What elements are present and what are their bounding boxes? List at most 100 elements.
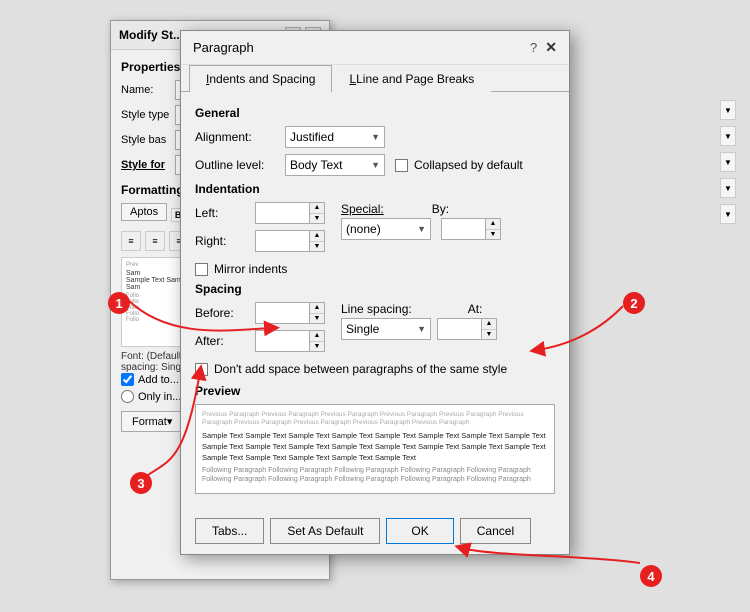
left-input[interactable]: 0 cm: [255, 202, 310, 224]
line-spacing-group: Line spacing: At: Single ▼ ▲ ▼: [341, 302, 497, 358]
only-in-radio[interactable]: [121, 390, 134, 403]
collapsed-label: Collapsed by default: [414, 158, 523, 172]
at-input[interactable]: [437, 318, 482, 340]
dont-add-label: Don't add space between paragraphs of th…: [214, 362, 507, 376]
preview-prev-para: Previous Paragraph Previous Paragraph Pr…: [202, 411, 548, 428]
dialog-titlebar: Paragraph ? ✕: [181, 31, 569, 65]
outline-level-value: Body Text: [290, 158, 342, 172]
dialog-title-controls: ? ✕: [530, 39, 557, 56]
special-by-group: Special: By: (none) ▼ ▲ ▼: [341, 202, 501, 258]
ok-button[interactable]: OK: [386, 518, 453, 544]
preview-sample: Sample Text Sample Text Sample Text Samp…: [202, 430, 548, 464]
set-default-button[interactable]: Set As Default: [270, 518, 380, 544]
mirror-indents-row: Mirror indents: [195, 262, 555, 276]
at-label-header: At:: [468, 302, 483, 316]
before-input[interactable]: 0 pt: [255, 302, 310, 324]
left-up-btn[interactable]: ▲: [310, 203, 324, 214]
collapsed-checkbox[interactable]: [395, 159, 408, 172]
alignment-select[interactable]: Justified ▼: [285, 126, 385, 148]
general-header: General: [195, 106, 555, 120]
special-row: Special: By:: [341, 202, 501, 216]
align-center-icon[interactable]: ≡: [145, 231, 165, 251]
outline-level-select[interactable]: Body Text ▼: [285, 154, 385, 176]
dropdown-4[interactable]: ▼: [720, 178, 736, 198]
dropdown-5[interactable]: ▼: [720, 204, 736, 224]
indent-left-right: Left: 0 cm ▲ ▼ Right: 0 cm ▲: [195, 202, 555, 258]
outline-level-row: Outline level: Body Text ▼ Collapsed by …: [195, 154, 555, 176]
tab-bar: Indents and Spacing LLine and Page Break…: [181, 65, 569, 92]
annotation-4: 4: [640, 565, 662, 587]
alignment-arrow: ▼: [371, 132, 380, 142]
by-label: By:: [432, 202, 449, 216]
dropdown-1[interactable]: ▼: [720, 100, 736, 120]
right-down-btn[interactable]: ▼: [310, 242, 324, 252]
indentation-header: Indentation: [195, 182, 555, 196]
tab-indents-spacing[interactable]: Indents and Spacing: [189, 65, 332, 92]
after-spinner-buttons: ▲ ▼: [310, 330, 325, 352]
mirror-label: Mirror indents: [214, 262, 287, 276]
close-button[interactable]: ✕: [545, 39, 557, 56]
font-format-btn[interactable]: Aptos: [121, 203, 167, 221]
format-btn-bottom[interactable]: Format▾: [121, 411, 183, 432]
tabs-button[interactable]: Tabs...: [195, 518, 264, 544]
before-up-btn[interactable]: ▲: [310, 303, 324, 314]
annotation-2: 2: [623, 292, 645, 314]
add-to-checkbox[interactable]: [121, 373, 134, 386]
at-spinner-buttons: ▲ ▼: [482, 318, 497, 340]
indent-right-row: Right: 0 cm ▲ ▼: [195, 230, 325, 252]
preview-box: Previous Paragraph Previous Paragraph Pr…: [195, 404, 555, 494]
alignment-label: Alignment:: [195, 130, 285, 144]
before-label: Before:: [195, 306, 255, 320]
right-spinner-buttons: ▲ ▼: [310, 230, 325, 252]
at-down-btn[interactable]: ▼: [482, 330, 496, 340]
dialog-footer: Tabs... Set As Default OK Cancel: [181, 512, 569, 554]
at-up-btn[interactable]: ▲: [482, 319, 496, 330]
before-row: Before: 0 pt ▲ ▼: [195, 302, 325, 324]
outline-level-arrow: ▼: [371, 160, 380, 170]
style-for-label: Style for: [121, 159, 175, 171]
indent-left-group: Left: 0 cm ▲ ▼ Right: 0 cm ▲: [195, 202, 325, 258]
left-down-btn[interactable]: ▼: [310, 214, 324, 224]
spacing-inputs: Before: 0 pt ▲ ▼ After: 12 pt ▲: [195, 302, 555, 358]
dont-add-row: Don't add space between paragraphs of th…: [195, 362, 555, 376]
special-select[interactable]: (none) ▼: [341, 218, 431, 240]
left-spinner-buttons: ▲ ▼: [310, 202, 325, 224]
cancel-button[interactable]: Cancel: [460, 518, 531, 544]
dont-add-checkbox[interactable]: [195, 363, 208, 376]
by-down-btn[interactable]: ▼: [486, 230, 500, 240]
paragraph-dialog: Paragraph ? ✕ Indents and Spacing LLine …: [180, 30, 570, 555]
left-label: Left:: [195, 206, 255, 220]
help-button[interactable]: ?: [530, 40, 537, 55]
after-up-btn[interactable]: ▲: [310, 331, 324, 342]
line-spacing-arrow: ▼: [417, 324, 426, 334]
style-based-label: Style bas: [121, 134, 175, 146]
line-spacing-value: Single: [346, 322, 379, 336]
dropdown-2[interactable]: ▼: [720, 126, 736, 146]
by-up-btn[interactable]: ▲: [486, 219, 500, 230]
alignment-row: Alignment: Justified ▼: [195, 126, 555, 148]
line-spacing-header-row: Line spacing: At:: [341, 302, 497, 316]
special-value: (none): [346, 222, 381, 236]
style-type-label: Style type: [121, 109, 175, 121]
after-input[interactable]: 12 pt: [255, 330, 310, 352]
annotation-3: 3: [130, 472, 152, 494]
tab-line-page-breaks[interactable]: LLine and Page Breaks: [332, 65, 491, 92]
only-in-label: Only in...: [138, 391, 181, 403]
right-label: Right:: [195, 234, 255, 248]
right-up-btn[interactable]: ▲: [310, 231, 324, 242]
dropdown-3[interactable]: ▼: [720, 152, 736, 172]
mirror-checkbox[interactable]: [195, 263, 208, 276]
line-spacing-inputs: Single ▼ ▲ ▼: [341, 318, 497, 340]
indent-left-row: Left: 0 cm ▲ ▼: [195, 202, 325, 224]
line-spacing-select[interactable]: Single ▼: [341, 318, 431, 340]
right-input[interactable]: 0 cm: [255, 230, 310, 252]
add-to-label: Add to...: [138, 374, 179, 386]
before-down-btn[interactable]: ▼: [310, 314, 324, 324]
preview-following: Following Paragraph Following Paragraph …: [202, 466, 548, 486]
align-left-icon[interactable]: ≡: [121, 231, 141, 251]
by-input[interactable]: [441, 218, 486, 240]
name-label: Name:: [121, 84, 175, 96]
by-spinner: ▲ ▼: [441, 218, 501, 240]
after-down-btn[interactable]: ▼: [310, 342, 324, 352]
left-spinner: 0 cm ▲ ▼: [255, 202, 325, 224]
